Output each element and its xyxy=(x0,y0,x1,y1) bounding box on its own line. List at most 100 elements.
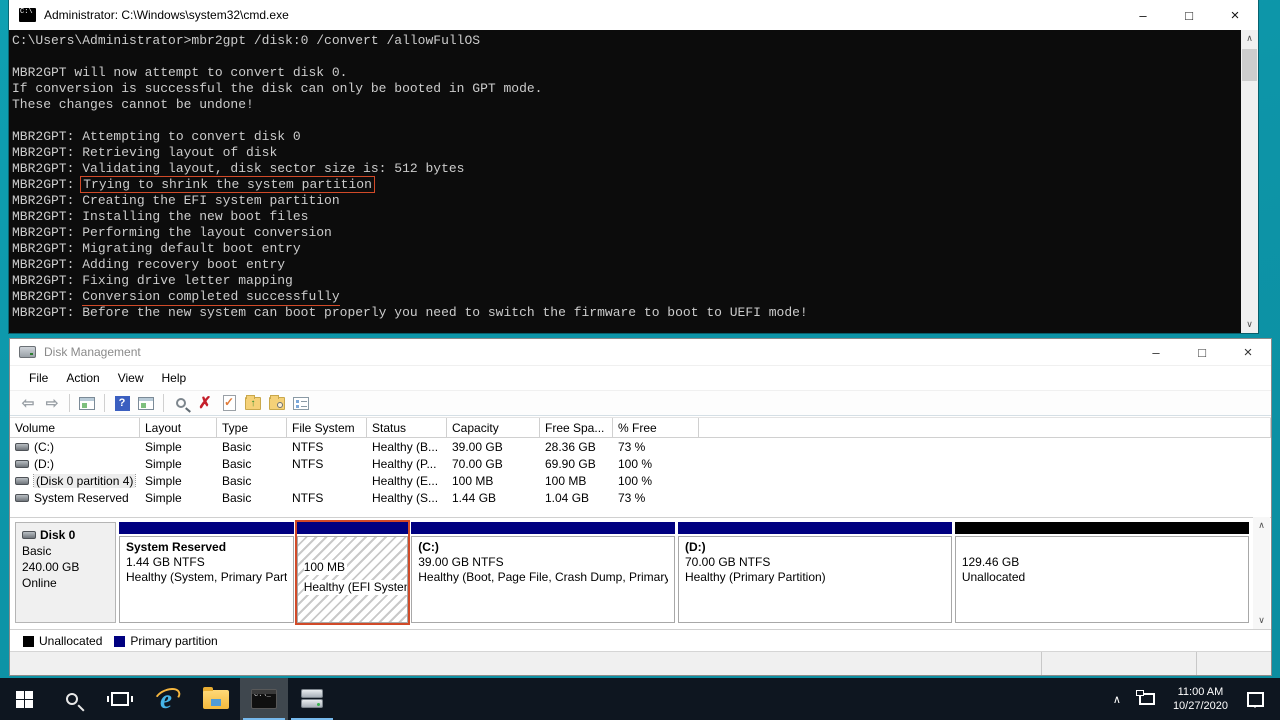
task-view-button[interactable] xyxy=(96,678,144,720)
tray-chevron-icon[interactable]: ∧ xyxy=(1104,693,1130,706)
forward-button[interactable]: ⇨ xyxy=(42,393,62,413)
clock-date: 10/27/2020 xyxy=(1173,700,1228,712)
dm-window-title: Disk Management xyxy=(44,345,141,359)
partition-name: (C:) xyxy=(418,540,668,555)
cmd-minimize-button[interactable]: – xyxy=(1120,0,1166,30)
clock[interactable]: 11:00 AM 10/27/2020 xyxy=(1164,685,1237,713)
folder-up-icon: ↑ xyxy=(245,397,261,410)
dm-scrollbar[interactable]: ∧ ∨ xyxy=(1253,517,1270,629)
volume-cell: System Reserved xyxy=(10,491,140,505)
column-header-filler xyxy=(699,418,1271,437)
disk0-panel[interactable]: Disk 0 Basic 240.00 GB Online xyxy=(15,522,116,623)
volume-label: System Reserved xyxy=(34,491,129,505)
internet-explorer-button[interactable]: e xyxy=(144,678,192,720)
partition-block[interactable]: 100 MBHealthy (EFI Systen xyxy=(297,522,409,623)
column-header[interactable]: Volume xyxy=(10,418,140,437)
scroll-up-icon[interactable]: ∧ xyxy=(1253,517,1270,534)
action-pane-icon xyxy=(138,397,154,410)
table-cell: Healthy (B... xyxy=(367,440,447,454)
console-line: MBR2GPT: Validating layout, disk sector … xyxy=(12,161,1241,177)
disk0-status: Online xyxy=(22,576,109,590)
cmd-scrollbar[interactable]: ∧ ∨ xyxy=(1241,30,1258,333)
column-header[interactable]: Status xyxy=(367,418,447,437)
toolbar-separator xyxy=(69,394,70,412)
menu-file[interactable]: File xyxy=(20,368,57,388)
volume-label: (Disk 0 partition 4) xyxy=(34,474,135,488)
partition-block[interactable]: (D:)70.00 GB NTFSHealthy (Primary Partit… xyxy=(678,522,952,623)
cmd-close-button[interactable]: × xyxy=(1212,0,1258,30)
table-cell: NTFS xyxy=(287,440,367,454)
table-row[interactable]: (C:)SimpleBasicNTFSHealthy (B...39.00 GB… xyxy=(10,438,1271,455)
partition-block[interactable]: System Reserved1.44 GB NTFSHealthy (Syst… xyxy=(119,522,294,623)
dm-maximize-button[interactable]: □ xyxy=(1179,339,1225,365)
magnifier-disk-icon xyxy=(176,398,186,408)
delete-volume-button[interactable]: ✗ xyxy=(195,393,215,413)
properties-button[interactable] xyxy=(291,393,311,413)
legend-swatch xyxy=(23,636,34,647)
action-pane-button[interactable] xyxy=(136,393,156,413)
partition-body: 100 MBHealthy (EFI Systen xyxy=(297,536,409,623)
open-button[interactable]: ↑ xyxy=(243,393,263,413)
start-button[interactable] xyxy=(0,678,48,720)
menu-help[interactable]: Help xyxy=(153,368,196,388)
table-row[interactable]: (Disk 0 partition 4)SimpleBasicHealthy (… xyxy=(10,472,1271,489)
partition-detail: 70.00 GB NTFS xyxy=(685,555,945,570)
cmd-taskbar-button[interactable] xyxy=(240,678,288,720)
partition-block[interactable]: 129.46 GBUnallocated xyxy=(955,522,1249,623)
back-button[interactable]: ⇦ xyxy=(18,393,38,413)
table-cell: Basic xyxy=(217,440,287,454)
table-row[interactable]: (D:)SimpleBasicNTFSHealthy (P...70.00 GB… xyxy=(10,455,1271,472)
volume-table: VolumeLayoutTypeFile SystemStatusCapacit… xyxy=(10,417,1271,506)
table-cell: Basic xyxy=(217,474,287,488)
scroll-up-icon[interactable]: ∧ xyxy=(1241,30,1258,47)
table-row[interactable]: System ReservedSimpleBasicNTFSHealthy (S… xyxy=(10,489,1271,506)
network-icon[interactable] xyxy=(1139,693,1155,705)
dm-menubar: FileActionViewHelp xyxy=(10,366,1271,390)
search-button[interactable] xyxy=(48,678,96,720)
task-view-icon xyxy=(111,692,129,706)
table-cell: 1.04 GB xyxy=(540,491,613,505)
table-cell: Healthy (P... xyxy=(367,457,447,471)
action-center-icon[interactable] xyxy=(1247,692,1264,707)
column-header[interactable]: Free Spa... xyxy=(540,418,613,437)
dm-close-button[interactable]: × xyxy=(1225,339,1271,365)
help-button[interactable]: ? xyxy=(112,393,132,413)
console-tree-button[interactable] xyxy=(77,393,97,413)
console-line: MBR2GPT: Migrating default boot entry xyxy=(12,241,1241,257)
console-line: MBR2GPT: Retrieving layout of disk xyxy=(12,145,1241,161)
table-cell: 39.00 GB xyxy=(447,440,540,454)
toolbar-separator xyxy=(163,394,164,412)
red-x-icon: ✗ xyxy=(198,393,211,413)
check-volume-button[interactable]: ✓ xyxy=(219,393,239,413)
console-line: MBR2GPT: Installing the new boot files xyxy=(12,209,1241,225)
file-explorer-button[interactable] xyxy=(192,678,240,720)
cmd-maximize-button[interactable]: □ xyxy=(1166,0,1212,30)
dm-minimize-button[interactable]: – xyxy=(1133,339,1179,365)
column-header[interactable]: Layout xyxy=(140,418,217,437)
partition-block[interactable]: (C:)39.00 GB NTFSHealthy (Boot, Page Fil… xyxy=(411,522,675,623)
column-header[interactable]: Capacity xyxy=(447,418,540,437)
console-line: MBR2GPT: Fixing drive letter mapping xyxy=(12,273,1241,289)
menu-view[interactable]: View xyxy=(109,368,153,388)
volume-icon xyxy=(15,443,29,451)
scroll-down-icon[interactable]: ∨ xyxy=(1241,316,1258,333)
explore-button[interactable] xyxy=(267,393,287,413)
partition-legend: UnallocatedPrimary partition xyxy=(10,629,1271,652)
console-line: MBR2GPT: Conversion completed successful… xyxy=(12,289,1241,305)
console-line: These changes cannot be undone! xyxy=(12,97,1241,113)
disk0-name: Disk 0 xyxy=(40,528,75,542)
cmd-scrollbar-thumb[interactable] xyxy=(1242,49,1257,81)
disk-management-taskbar-button[interactable] xyxy=(288,678,336,720)
console-tree-icon xyxy=(79,397,95,410)
table-cell: 70.00 GB xyxy=(447,457,540,471)
scroll-down-icon[interactable]: ∨ xyxy=(1253,612,1270,629)
column-header[interactable]: Type xyxy=(217,418,287,437)
volume-cell: (C:) xyxy=(10,440,140,454)
rescan-disks-button[interactable] xyxy=(171,393,191,413)
column-header[interactable]: File System xyxy=(287,418,367,437)
cmd-window: Administrator: C:\Windows\system32\cmd.e… xyxy=(9,0,1258,333)
menu-action[interactable]: Action xyxy=(57,368,108,388)
disk-management-window: Disk Management – □ × FileActionViewHelp… xyxy=(9,338,1272,676)
column-header[interactable]: % Free xyxy=(613,418,699,437)
console-line: If conversion is successful the disk can… xyxy=(12,81,1241,97)
